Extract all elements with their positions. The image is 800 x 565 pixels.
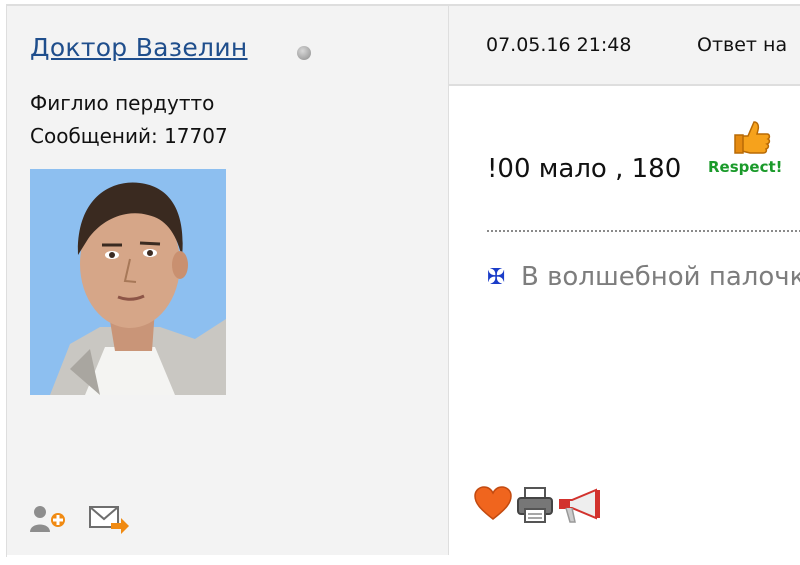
post-date: 07.05.16 21:48 bbox=[486, 34, 632, 56]
forum-post: Доктор Вазелин Фиглио пердутто Сообщений… bbox=[6, 4, 800, 557]
cross-icon: ✠ bbox=[487, 265, 506, 290]
signature-separator bbox=[487, 230, 800, 232]
author-username-link[interactable]: Доктор Вазелин bbox=[30, 33, 248, 62]
offline-status-icon bbox=[297, 46, 311, 60]
signature-text: В волшебной палочке bbox=[521, 262, 800, 292]
author-title: Фиглио пердутто bbox=[30, 91, 215, 115]
send-message-icon[interactable] bbox=[89, 504, 131, 538]
post-message: !00 мало , 180 bbox=[487, 154, 682, 184]
reply-link[interactable]: Ответ на bbox=[697, 34, 787, 56]
report-megaphone-icon[interactable] bbox=[556, 486, 604, 530]
like-heart-icon[interactable] bbox=[474, 486, 512, 526]
post-header: 07.05.16 21:48 Ответ на bbox=[449, 6, 800, 86]
print-icon[interactable] bbox=[516, 486, 554, 528]
thumbs-up-icon[interactable] bbox=[732, 118, 772, 162]
post-content: 07.05.16 21:48 Ответ на !00 мало , 180 R… bbox=[449, 6, 800, 555]
author-post-count: Сообщений: 17707 bbox=[30, 124, 228, 148]
author-avatar[interactable] bbox=[30, 169, 226, 395]
add-friend-icon[interactable] bbox=[29, 504, 69, 538]
avatar-photo-image bbox=[30, 169, 226, 395]
respect-label[interactable]: Respect! bbox=[708, 158, 782, 176]
author-sidebar: Доктор Вазелин Фиглио пердутто Сообщений… bbox=[7, 6, 449, 555]
